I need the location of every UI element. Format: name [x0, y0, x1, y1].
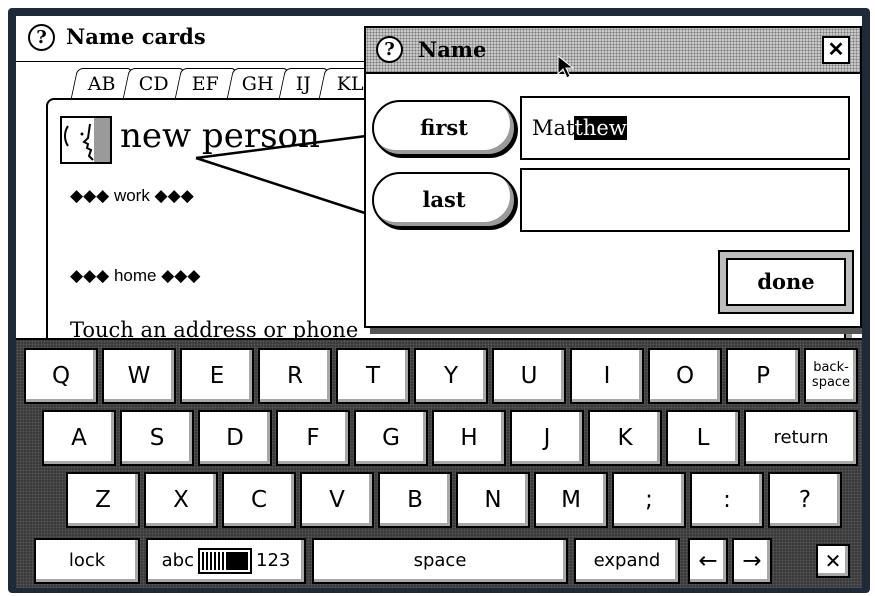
key-b[interactable]: B [378, 472, 452, 528]
first-name-selection: thew [574, 116, 627, 140]
screen: ? Name cards AB CD EF GH IJ KL new perso… [16, 16, 862, 588]
key-n[interactable]: N [456, 472, 530, 528]
key-x[interactable]: X [144, 472, 218, 528]
mode-abc-label: abc [161, 550, 194, 571]
key-r[interactable]: R [258, 348, 332, 404]
key-u[interactable]: U [492, 348, 566, 404]
key-k[interactable]: K [588, 410, 662, 466]
done-label: done [726, 258, 846, 306]
key-o[interactable]: O [648, 348, 722, 404]
done-button[interactable]: done [718, 250, 854, 314]
name-dialog: ? Name ✕ first Matthew last done [364, 26, 862, 328]
key-p[interactable]: P [726, 348, 800, 404]
key-v[interactable]: V [300, 472, 374, 528]
last-name-field[interactable] [520, 168, 850, 232]
key-e[interactable]: E [180, 348, 254, 404]
mode-123-label: 123 [256, 550, 291, 571]
key-i[interactable]: I [570, 348, 644, 404]
key-h[interactable]: H [432, 410, 506, 466]
mode-switch-icon [198, 548, 252, 574]
key-colon[interactable]: : [690, 472, 764, 528]
left-arrow-key[interactable]: ← [688, 538, 728, 584]
backspace-label-line2: space [811, 375, 851, 390]
mode-toggle-key[interactable]: abc 123 [146, 538, 306, 584]
dialog-close-icon[interactable]: ✕ [822, 36, 850, 64]
right-arrow-key[interactable]: → [732, 538, 772, 584]
key-question[interactable]: ? [768, 472, 842, 528]
key-l[interactable]: L [666, 410, 740, 466]
key-j[interactable]: J [510, 410, 584, 466]
onscreen-keyboard: Q W E R T Y U I O P back- space A S D F … [16, 338, 862, 588]
dialog-title: Name [418, 37, 487, 62]
key-s[interactable]: S [120, 410, 194, 466]
key-f[interactable]: F [276, 410, 350, 466]
key-a[interactable]: A [42, 410, 116, 466]
key-d[interactable]: D [198, 410, 272, 466]
key-t[interactable]: T [336, 348, 410, 404]
keyboard-close-icon[interactable]: ✕ [816, 544, 850, 578]
backspace-key[interactable]: back- space [804, 348, 858, 404]
key-q[interactable]: Q [24, 348, 98, 404]
return-key[interactable]: return [744, 410, 858, 466]
key-z[interactable]: Z [66, 472, 140, 528]
key-c[interactable]: C [222, 472, 296, 528]
first-name-button[interactable]: first [372, 100, 516, 156]
last-name-button[interactable]: last [372, 172, 516, 228]
lock-key[interactable]: lock [34, 538, 140, 584]
first-name-field[interactable]: Matthew [520, 96, 850, 160]
key-g[interactable]: G [354, 410, 428, 466]
first-name-text: Mat [532, 116, 575, 140]
pointer-cursor-icon [557, 54, 575, 79]
key-y[interactable]: Y [414, 348, 488, 404]
key-semicolon[interactable]: ; [612, 472, 686, 528]
key-m[interactable]: M [534, 472, 608, 528]
backspace-label-line1: back- [813, 360, 849, 375]
dialog-help-icon[interactable]: ? [376, 36, 403, 63]
key-w[interactable]: W [102, 348, 176, 404]
dialog-titlebar[interactable]: ? Name ✕ [366, 28, 860, 79]
space-key[interactable]: space [312, 538, 568, 584]
expand-key[interactable]: expand [574, 538, 680, 584]
